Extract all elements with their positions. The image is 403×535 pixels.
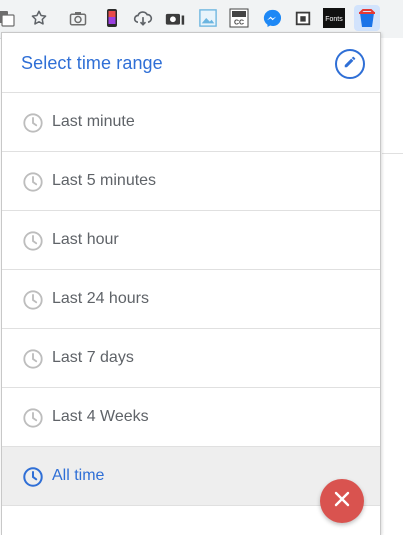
range-item-label: Last 24 hours [52,290,149,307]
range-item-label: All time [52,467,105,484]
fonts-icon[interactable]: Fonts [322,7,346,29]
popup-header: Select time range [2,33,380,93]
range-item-label: Last hour [52,231,119,248]
page-divider [382,153,403,154]
page-background [380,38,403,534]
close-button[interactable] [320,479,364,523]
camera-icon[interactable] [67,7,89,29]
cloud-download-icon[interactable] [132,7,154,29]
range-item-last-4-weeks[interactable]: Last 4 Weeks [2,388,380,447]
range-item-last-minute[interactable]: Last minute [2,93,380,152]
package-icon[interactable] [292,7,314,29]
range-item-label: Last minute [52,113,135,130]
clock-icon [22,348,44,370]
range-item-label: Last 5 minutes [52,172,157,189]
cc-label: CC [234,20,244,27]
messenger-icon[interactable] [261,7,283,29]
phone-icon[interactable] [101,7,123,29]
range-item-last-24-hours[interactable]: Last 24 hours [2,270,380,329]
time-range-list: Last minute Last 5 minutes Last hour Las… [2,93,380,506]
translate-icon[interactable] [0,7,16,29]
clock-icon [22,466,44,488]
clock-icon [22,112,44,134]
star-icon[interactable] [28,7,50,29]
clock-icon [22,289,44,311]
pencil-icon [343,55,357,74]
fonts-ext-label: Fonts [325,16,343,23]
image-icon[interactable] [197,7,219,29]
closed-captions-icon[interactable]: CC [228,7,250,29]
edit-button[interactable] [335,49,365,79]
range-item-last-5-minutes[interactable]: Last 5 minutes [2,152,380,211]
range-item-last-7-days[interactable]: Last 7 days [2,329,380,388]
clock-icon [22,407,44,429]
time-range-popup: Select time range Last minute Last 5 min… [1,32,381,535]
range-item-last-hour[interactable]: Last hour [2,211,380,270]
close-icon [334,491,350,512]
popup-title: Select time range [21,53,163,73]
clock-icon [22,171,44,193]
clock-icon [22,230,44,252]
bucket-icon[interactable] [354,5,380,31]
range-item-label: Last 7 days [52,349,134,366]
range-item-label: Last 4 Weeks [52,408,149,425]
screenshot-icon[interactable] [164,7,186,29]
